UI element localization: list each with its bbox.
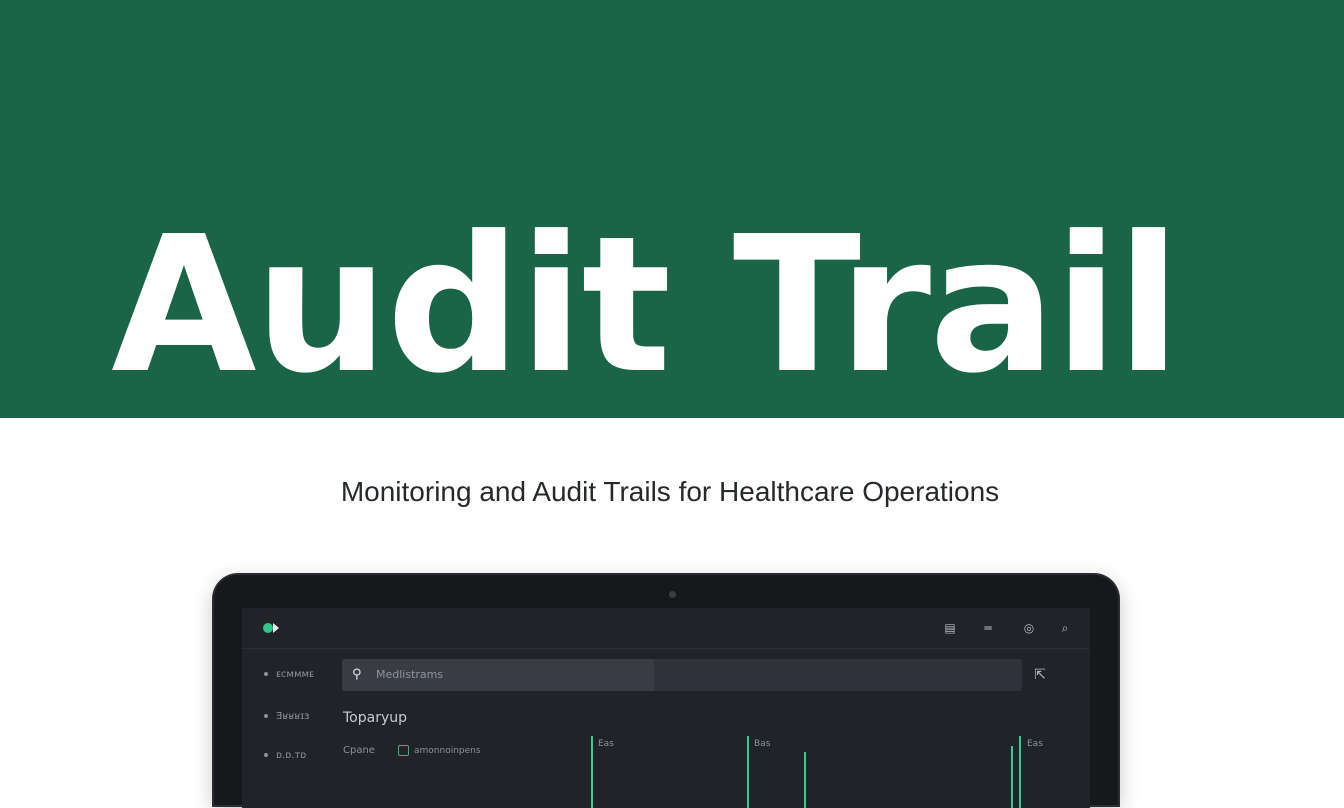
hero-title: Audit Trail: [111, 196, 1181, 415]
chart-marker-line: [1019, 736, 1021, 808]
search-input[interactable]: ⚲ Medlistrams: [342, 659, 654, 691]
chart-label: Eas: [598, 739, 614, 749]
section-title: Toparyup: [343, 710, 408, 726]
bullet-icon: [264, 714, 268, 718]
bullet-icon: [264, 672, 268, 676]
badge-icon: [398, 745, 409, 756]
page-subtitle: Monitoring and Audit Trails for Healthca…: [340, 476, 1000, 507]
sidebar-item-3[interactable]: ᴅ.ᴅ.ᴛᴅ: [264, 748, 306, 764]
hero-banner: Audit Trail: [0, 0, 1344, 418]
search-icon: ⚲: [352, 667, 362, 682]
sidebar-item-1[interactable]: ᴇᴄᴍᴍᴍᴇ: [264, 667, 314, 683]
app-screen: ▤ ═ ◎ ⌕ ᴇᴄᴍᴍᴍᴇ Ǝʁʁʁɪɜ ᴅ.ᴅ.ᴛᴅ ⚲ Medlistra…: [242, 608, 1090, 808]
search-bar[interactable]: ⚲ Medlistrams: [342, 659, 1022, 691]
row-label: Cpane: [343, 745, 375, 756]
chart-label: Eas: [1027, 739, 1043, 749]
camera-dot: [669, 591, 676, 598]
search-value: Medlistrams: [376, 668, 444, 681]
chart-marker-line: [747, 736, 749, 808]
chart-marker-line: [804, 752, 806, 808]
app-logo-icon[interactable]: [263, 623, 281, 633]
sidebar-item-2[interactable]: Ǝʁʁʁɪɜ: [264, 709, 309, 725]
menu-icon[interactable]: ═: [980, 620, 996, 636]
top-bar: ▤ ═ ◎ ⌕: [242, 608, 1090, 649]
row-badge[interactable]: amonnoinpens: [398, 744, 481, 758]
filter-icon[interactable]: ⇱: [1032, 667, 1048, 683]
chart-label: Bas: [754, 739, 771, 749]
bullet-icon: [264, 753, 268, 757]
laptop-frame: ▤ ═ ◎ ⌕ ᴇᴄᴍᴍᴍᴇ Ǝʁʁʁɪɜ ᴅ.ᴅ.ᴛᴅ ⚲ Medlistra…: [214, 575, 1118, 808]
calendar-icon[interactable]: ▤: [942, 620, 958, 636]
chart-marker-line: [591, 736, 593, 808]
help-icon[interactable]: ◎: [1021, 620, 1037, 636]
search-icon[interactable]: ⌕: [1057, 620, 1073, 636]
chart-marker-line: [1011, 746, 1013, 808]
